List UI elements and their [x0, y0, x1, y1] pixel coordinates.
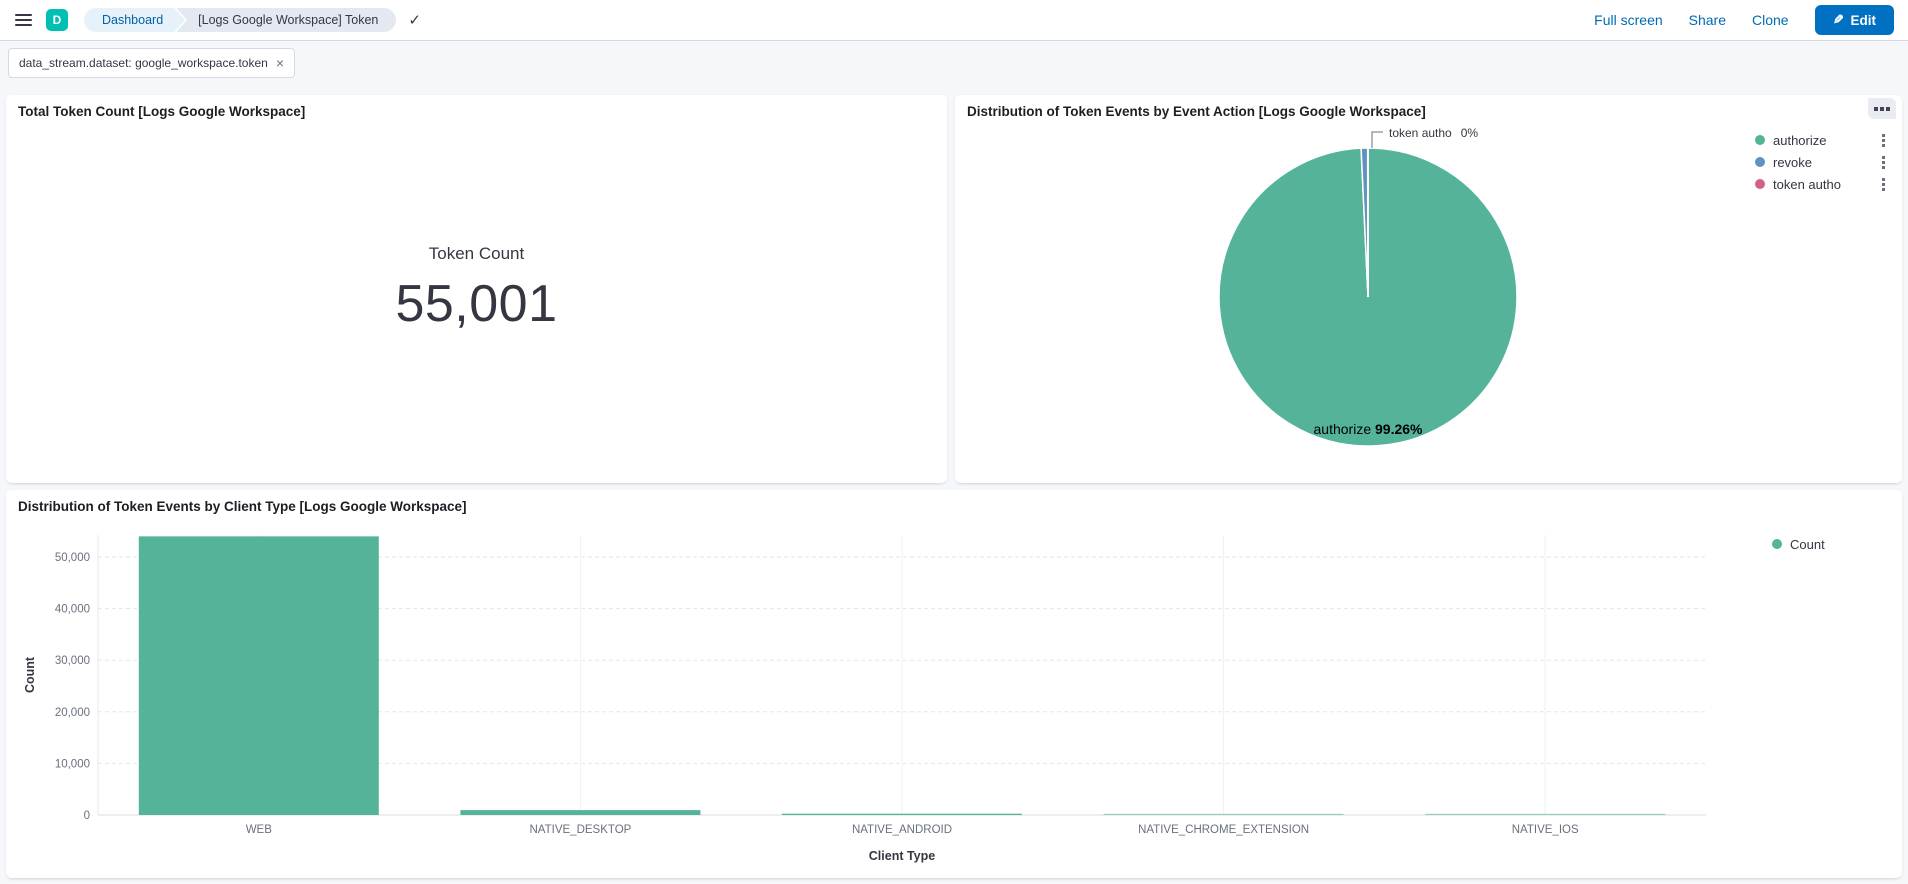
bar-NATIVE_ANDROID[interactable] [782, 814, 1022, 815]
y-axis-tick: 0 [84, 810, 90, 822]
legend-item-count[interactable]: Count [1772, 535, 1825, 553]
remove-filter-icon[interactable]: × [276, 56, 284, 70]
full-screen-link[interactable]: Full screen [1594, 12, 1662, 28]
legend-item-authorize[interactable]: authorize [1755, 131, 1887, 149]
y-axis-tick: 30,000 [55, 655, 90, 667]
metric-value: 55,001 [395, 274, 557, 334]
legend-item-token-autho[interactable]: token autho [1755, 175, 1887, 193]
bar-WEB[interactable] [139, 536, 379, 815]
clone-link[interactable]: Clone [1752, 12, 1789, 28]
x-axis-tick: WEB [246, 824, 273, 836]
y-axis-tick: 20,000 [55, 707, 90, 719]
legend-item-label: authorize [1773, 133, 1872, 148]
saved-check-icon: ✓ [408, 11, 421, 29]
legend-item-options-icon[interactable] [1880, 154, 1887, 171]
breadcrumb: Dashboard [Logs Google Workspace] Token [84, 8, 396, 32]
legend-item-options-icon[interactable] [1880, 176, 1887, 193]
pie-callout-label: token autho0% [1389, 126, 1478, 140]
filter-pill-label: data_stream.dataset: google_workspace.to… [19, 56, 268, 70]
y-axis-tick: 50,000 [55, 552, 90, 564]
x-axis-title: Client Type [869, 849, 935, 863]
x-axis-tick: NATIVE_CHROME_EXTENSION [1138, 824, 1309, 836]
filter-pill[interactable]: data_stream.dataset: google_workspace.to… [8, 48, 295, 78]
bar-NATIVE_CHROME_EXTENSION[interactable] [1104, 814, 1344, 815]
legend-item-label: token autho [1773, 177, 1872, 192]
bar-legend: Count [1772, 535, 1825, 553]
panel-event-action-pie: Distribution of Token Events by Event Ac… [955, 95, 1902, 483]
share-link[interactable]: Share [1689, 12, 1726, 28]
legend-item-label: revoke [1773, 155, 1872, 170]
breadcrumb-dashboard[interactable]: Dashboard [84, 8, 185, 32]
x-axis-tick: NATIVE_DESKTOP [529, 824, 631, 836]
metric-label: Token Count [429, 244, 524, 264]
legend-dot [1755, 135, 1765, 145]
legend-dot [1755, 157, 1765, 167]
legend-dot [1772, 539, 1782, 549]
x-axis-tick: NATIVE_IOS [1512, 824, 1579, 836]
menu-hamburger-icon[interactable] [0, 0, 46, 40]
top-nav-bar: D Dashboard [Logs Google Workspace] Toke… [0, 0, 1908, 41]
space-avatar[interactable]: D [46, 9, 68, 31]
x-axis-tick: NATIVE_ANDROID [852, 824, 952, 836]
legend-item-options-icon[interactable] [1880, 132, 1887, 149]
pie-slice-label: authorize 99.26% [955, 421, 1781, 437]
y-axis-tick: 10,000 [55, 758, 90, 770]
legend-dot [1755, 179, 1765, 189]
y-axis-tick: 40,000 [55, 604, 90, 616]
pie-callout-connector [1372, 132, 1383, 148]
bar-chart[interactable]: 0 10,000 20,000 30,000 40,000 50,000 WEB NATIVE… [6, 490, 1902, 878]
bar-NATIVE_DESKTOP[interactable] [460, 810, 700, 815]
pie-legend: authorize revoke token autho [1755, 131, 1887, 193]
pencil-icon: ✎ [1833, 12, 1844, 28]
panel-client-type-bar: Distribution of Token Events by Client T… [6, 490, 1902, 878]
panel-total-token-count: Total Token Count [Logs Google Workspace… [6, 95, 947, 483]
panel-options-icon[interactable] [1868, 98, 1896, 119]
legend-item-label: Count [1790, 537, 1825, 552]
edit-button[interactable]: ✎ Edit [1815, 5, 1894, 35]
y-axis-title: Count [23, 656, 37, 693]
bar-NATIVE_IOS[interactable] [1425, 814, 1665, 815]
breadcrumb-current-page: [Logs Google Workspace] Token [176, 8, 396, 32]
legend-item-revoke[interactable]: revoke [1755, 153, 1887, 171]
